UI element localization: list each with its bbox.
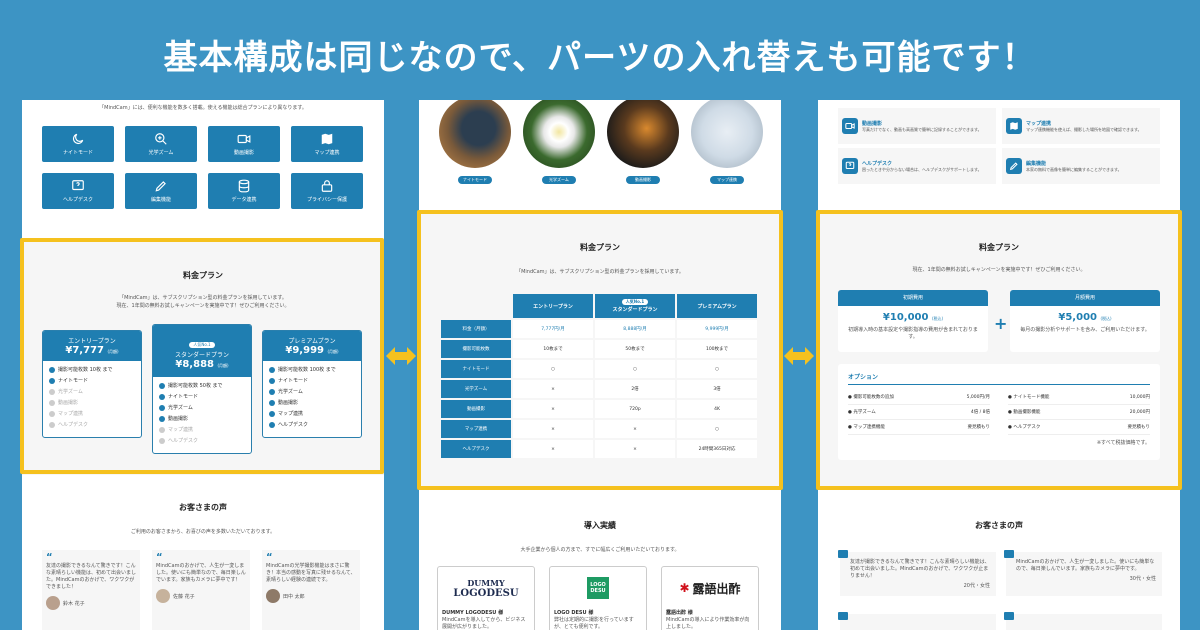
- zoom-photo: [523, 100, 595, 168]
- pill-map[interactable]: マップ連携: [710, 176, 744, 184]
- quote-icon: “: [46, 552, 53, 563]
- case-card[interactable]: ✱ 露語出酢 露語出酢 様 MindCamの導入により作業効率が向上しました。: [661, 566, 759, 630]
- feature-edit[interactable]: 編集機能: [125, 173, 197, 209]
- headline: 基本構成は同じなので、パーツの入れ替えも可能です！: [163, 38, 1037, 78]
- speech-bubble-icon: [838, 550, 848, 558]
- speech-bubble-icon: [838, 612, 848, 620]
- cases-title: 導入実績: [584, 521, 616, 530]
- pill-zoom[interactable]: 光学ズーム: [542, 176, 576, 184]
- quote-icon: “: [266, 552, 273, 563]
- moon-icon: [73, 133, 84, 144]
- quote-icon: “: [156, 552, 163, 563]
- feature-grid: ナイトモード 光学ズーム 動画撮影 マップ連携 ヘルプデスク 編集機能 データ連…: [42, 126, 364, 209]
- feature-card-edit[interactable]: 編集機能 本家の無料で画像を簡単に編集することができます。: [1002, 148, 1160, 184]
- video-icon: [845, 122, 855, 130]
- reviews-title: お客さまの声: [179, 503, 227, 512]
- avatar: [156, 589, 170, 603]
- zoom-icon: [155, 133, 167, 145]
- feature-card-map[interactable]: マップ連携 マップ連携機能を使えば、撮影した場所を地図で確認できます。: [1002, 108, 1160, 144]
- company-logo: DUMMY LOGODESU: [453, 577, 519, 599]
- review-card: “ 友達の撮影できるなんて驚きです！こんな素晴らしい機能は、初めて出会いました。…: [42, 550, 140, 630]
- speech-bubble-icon: [1004, 612, 1014, 620]
- review-card: [838, 612, 996, 630]
- highlight-frame: [417, 210, 783, 490]
- feature-zoom[interactable]: 光学ズーム: [125, 126, 197, 162]
- lock-icon: [321, 180, 333, 192]
- review-card: [1004, 612, 1162, 630]
- avatar: [46, 596, 60, 610]
- help-icon: [845, 161, 855, 170]
- avatar: [266, 589, 280, 603]
- case-card[interactable]: DUMMY LOGODESU DUMMY LOGODESU 様 MindCamを導…: [437, 566, 535, 630]
- highlight-frame: [816, 210, 1182, 490]
- feature-data[interactable]: データ連携: [208, 173, 280, 209]
- video-icon: [237, 134, 251, 144]
- highlight-frame: [20, 238, 384, 474]
- help-icon: [72, 180, 84, 191]
- feature-card-help[interactable]: ヘルプデスク 困ったときや分からない場合は、ヘルプデスクがサポートします。: [838, 148, 996, 184]
- map-icon: [1010, 122, 1018, 130]
- speech-bubble-icon: [1004, 550, 1014, 558]
- swap-arrow-icon: [386, 347, 416, 365]
- review-card: 友達が撮影できるなんて驚きです！こんな素晴らしい機能は、初めて出会いました。Mi…: [838, 550, 996, 596]
- company-logo: LOGO DESU: [554, 571, 642, 605]
- case-card[interactable]: LOGO DESU LOGO DESU 様 弊社は定期的に撮影を行っていますが、と…: [549, 566, 647, 630]
- pen-icon: [1009, 162, 1018, 171]
- night-mode-photo: [439, 100, 511, 168]
- pill-night-mode[interactable]: ナイトモード: [458, 176, 492, 184]
- company-logo: ✱ 露語出酢: [679, 581, 741, 596]
- flower-icon: ✱: [679, 581, 690, 595]
- feature-video[interactable]: 動画撮影: [208, 126, 280, 162]
- feature-help[interactable]: ヘルプデスク: [42, 173, 114, 209]
- review-card: “ MindCamの光学撮影機能はまさに驚き！本当の感動を写真に残せるなんて、素…: [262, 550, 360, 630]
- cases-desc: 大手企業から個人の方まで、すでに幅広くご利用いただいております。: [520, 547, 680, 553]
- map-photo: [691, 100, 763, 168]
- feature-privacy[interactable]: プライバシー保護: [291, 173, 363, 209]
- reviews-title: お客さまの声: [975, 521, 1023, 530]
- features-intro: 「MindCam」には、便利な機能を数多く搭載。使える機能は総合プランにより異な…: [99, 105, 307, 111]
- video-photo: [607, 100, 679, 168]
- pill-video[interactable]: 動画撮影: [626, 176, 660, 184]
- map-icon: [321, 133, 333, 145]
- pen-icon: [155, 181, 166, 192]
- review-card: “ MindCamのおかげで、人生が一変しました。使いにも簡単なので、毎日楽しん…: [152, 550, 250, 630]
- feature-night-mode[interactable]: ナイトモード: [42, 126, 114, 162]
- swap-arrow-icon: [784, 347, 814, 365]
- feature-map[interactable]: マップ連携: [291, 126, 363, 162]
- database-icon: [238, 179, 250, 193]
- feature-card-video[interactable]: 動画撮影 写真だけでなく、動画も高画質で簡単に記録することができます。: [838, 108, 996, 144]
- reviews-desc: ご利用のお客さまから、お喜びの声を多数いただいております。: [130, 529, 276, 535]
- review-card: MindCamのおかげで、人生が一変しました。使いにも簡単なので、毎日楽しんでい…: [1004, 550, 1162, 596]
